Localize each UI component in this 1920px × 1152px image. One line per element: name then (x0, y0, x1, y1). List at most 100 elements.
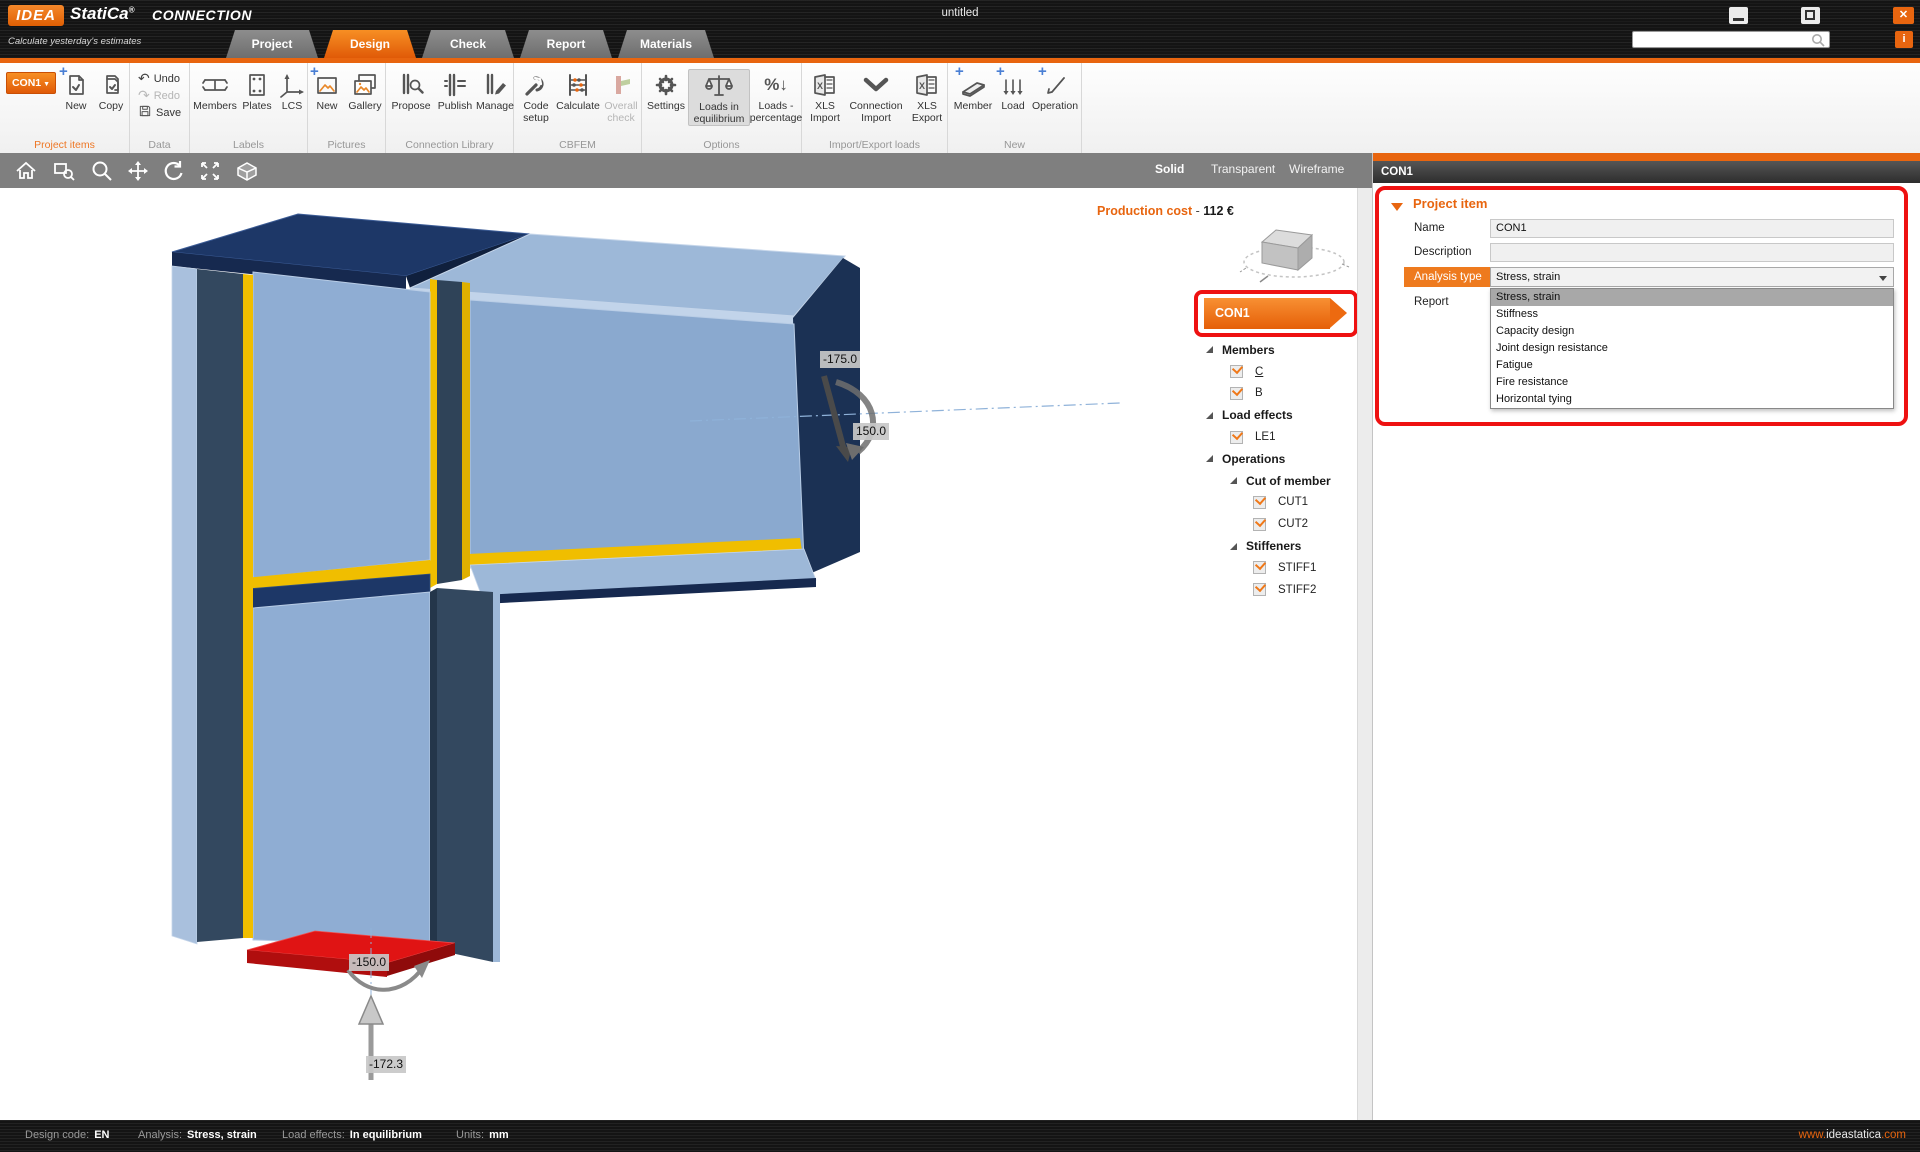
new-load-button[interactable]: + Load (996, 64, 1030, 113)
copy-item-button[interactable]: Copy (94, 69, 128, 113)
collapse-icon[interactable] (1230, 542, 1237, 550)
load-label-moment-top: -175.0 (820, 351, 861, 368)
idea-logo: IDEA (8, 5, 64, 26)
dropdown-option-joint-design-resistance[interactable]: Joint design resistance (1491, 340, 1893, 357)
info-button[interactable]: i (1895, 31, 1913, 48)
checkbox-checked[interactable] (1253, 559, 1267, 575)
zoom-icon[interactable] (90, 159, 114, 188)
view-mode-solid[interactable]: Solid (1155, 162, 1184, 176)
website-link[interactable]: www.ideastatica.com (1799, 1129, 1906, 1141)
maximize-button[interactable] (1801, 7, 1820, 24)
close-button[interactable]: ✕ (1893, 7, 1914, 24)
lcs-button[interactable]: LCS (276, 69, 308, 113)
tree-item-cut2[interactable]: CUT2 (1190, 513, 1366, 535)
dropdown-option-fatigue[interactable]: Fatigue (1491, 357, 1893, 374)
save-button[interactable]: Save (130, 104, 181, 121)
status-label: Analysis: (138, 1129, 183, 1141)
home-view-icon[interactable] (14, 159, 38, 188)
tree-item-cut1[interactable]: CUT1 (1190, 492, 1366, 514)
plates-icon (245, 69, 269, 101)
tree-item-label: B (1255, 387, 1263, 400)
viewport-toolbar: Solid Transparent Wireframe (0, 153, 1372, 188)
zoom-window-icon[interactable] (52, 159, 76, 188)
website-domain: ideastatica (1826, 1129, 1882, 1141)
xls-import-label: XLS Import (810, 100, 840, 124)
tree-banner-con1[interactable]: CON1 (1204, 298, 1330, 329)
tree-group-members[interactable]: Members (1190, 339, 1366, 361)
tab-design[interactable]: Design (324, 30, 416, 58)
collapse-icon[interactable] (1206, 455, 1213, 463)
view-mode-wireframe[interactable]: Wireframe (1289, 162, 1344, 176)
tree-item-b[interactable]: B (1190, 383, 1366, 405)
picture-new-button[interactable]: + New (310, 64, 344, 113)
name-field[interactable]: CON1 (1490, 219, 1894, 238)
dropdown-option-fire-resistance[interactable]: Fire resistance (1491, 374, 1893, 391)
settings-button[interactable]: Settings (644, 69, 688, 113)
search-box[interactable] (1632, 31, 1830, 48)
dropdown-option-stiffness[interactable]: Stiffness (1491, 306, 1893, 323)
xls-import-button[interactable]: X XLS Import (804, 69, 846, 124)
overall-check-button[interactable]: Overall check (600, 69, 642, 124)
plates-button[interactable]: Plates (238, 69, 276, 113)
members-button[interactable]: Members (192, 69, 238, 113)
gallery-button[interactable]: Gallery (344, 69, 386, 113)
checkbox-checked[interactable] (1253, 493, 1267, 509)
code-setup-button[interactable]: Code setup (516, 69, 556, 124)
checkbox-checked[interactable] (1230, 428, 1244, 444)
description-field[interactable] (1490, 243, 1894, 262)
pan-icon[interactable] (126, 159, 150, 188)
load-label-force-bottom: -172.3 (366, 1056, 407, 1073)
redo-button[interactable]: ↷ Redo (130, 87, 181, 104)
tree-group-operations[interactable]: Operations (1190, 448, 1366, 470)
tab-project[interactable]: Project (226, 30, 318, 58)
excel-file-icon: X (812, 69, 838, 101)
checkbox-checked[interactable] (1253, 515, 1267, 531)
checkbox-checked[interactable] (1253, 580, 1267, 597)
tree-group-cut-of-member[interactable]: Cut of member (1190, 470, 1366, 492)
search-input[interactable] (1636, 32, 1808, 47)
tab-check[interactable]: Check (422, 30, 514, 58)
propose-button[interactable]: Propose (388, 69, 434, 113)
loads-percentage-toggle[interactable]: % ↓ Loads - percentage (750, 69, 803, 124)
undo-label: Undo (153, 72, 181, 85)
solid-box-icon[interactable] (234, 159, 260, 188)
calculate-button[interactable]: Calculate (556, 69, 600, 113)
publish-button[interactable]: Publish (434, 69, 476, 113)
checkbox-checked[interactable] (1230, 363, 1244, 379)
view-mode-transparent[interactable]: Transparent (1211, 162, 1275, 176)
rotate-icon[interactable] (162, 159, 186, 188)
collapse-icon[interactable] (1206, 411, 1213, 419)
dropdown-option-horizontal-tying[interactable]: Horizontal tying (1491, 391, 1893, 408)
tree-banner-arrow (1330, 298, 1347, 328)
collapse-icon[interactable] (1230, 477, 1237, 485)
xls-export-button[interactable]: X XLS Export (906, 69, 948, 124)
tree-item-stiff1[interactable]: STIFF1 (1190, 557, 1366, 579)
tab-report[interactable]: Report (520, 30, 612, 58)
section-collapse-icon[interactable] (1391, 203, 1403, 211)
tree-item-c[interactable]: C (1190, 361, 1366, 383)
navigation-cube[interactable] (1238, 220, 1350, 291)
dropdown-option-stress-strain[interactable]: Stress, strain (1491, 289, 1893, 306)
tree-group-stiffeners[interactable]: Stiffeners (1190, 535, 1366, 557)
manage-button[interactable]: Manage (476, 69, 514, 113)
analysis-type-combo[interactable]: Stress, strain (1490, 267, 1894, 287)
undo-button[interactable]: ↶ Undo (130, 70, 181, 87)
new-item-button[interactable]: + New (58, 64, 94, 113)
new-operation-button[interactable]: + Operation (1030, 64, 1080, 113)
viewport-scrollbar[interactable] (1357, 188, 1372, 1120)
tree-item-stiff2[interactable]: STIFF2 (1190, 579, 1366, 601)
new-member-button[interactable]: + Member (950, 64, 996, 113)
minimize-button[interactable] (1729, 7, 1748, 24)
checkbox-checked[interactable] (1230, 384, 1244, 400)
zoom-fit-icon[interactable] (198, 159, 222, 188)
collapse-icon[interactable] (1206, 346, 1213, 354)
tree-item-le1[interactable]: LE1 (1190, 426, 1366, 448)
con1-dropdown-button[interactable]: CON1 ▼ (6, 72, 56, 94)
group-label-cbfem: CBFEM (559, 139, 596, 151)
loads-in-equilibrium-toggle[interactable]: Loads in equilibrium (688, 69, 750, 126)
dropdown-option-capacity-design[interactable]: Capacity design (1491, 323, 1893, 340)
viewport-3d[interactable]: -175.0 150.0 -150.0 -172.3 Production co… (0, 188, 1372, 1120)
tree-group-load-effects[interactable]: Load effects (1190, 404, 1366, 426)
connection-import-button[interactable]: Connection Import (846, 69, 906, 124)
tab-materials[interactable]: Materials (618, 30, 714, 58)
